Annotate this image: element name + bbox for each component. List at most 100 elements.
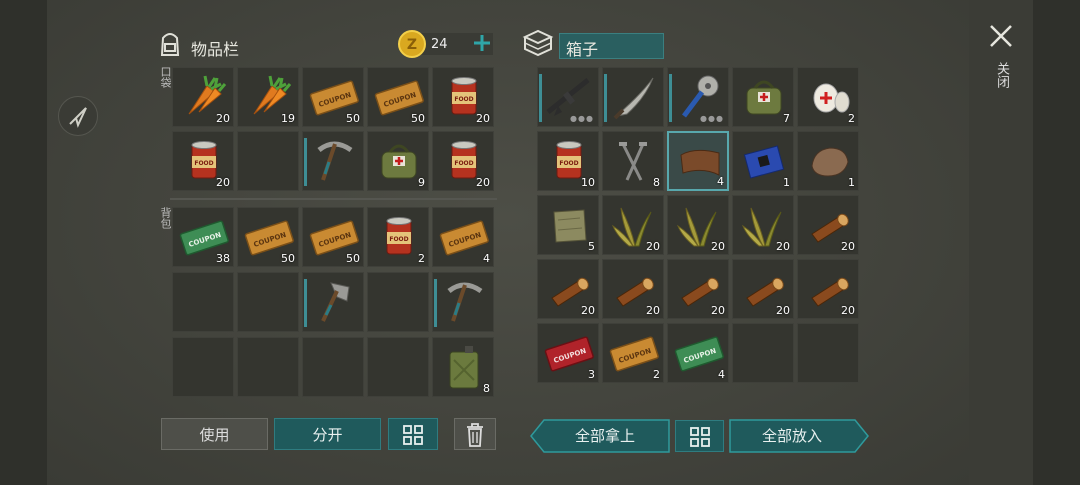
backpack-tab[interactable]: 背包 bbox=[157, 207, 173, 229]
navigation-arrow-icon bbox=[69, 107, 87, 128]
coin-icon: Z bbox=[398, 30, 426, 58]
item-count: 20 bbox=[216, 112, 230, 125]
box-slot[interactable]: ●●● bbox=[537, 67, 599, 127]
box-slot[interactable]: 1 bbox=[732, 131, 794, 191]
pocket-slot[interactable] bbox=[237, 131, 299, 191]
split-button[interactable]: 分开 bbox=[274, 418, 381, 450]
trash-icon bbox=[467, 423, 483, 447]
item-count: 50 bbox=[411, 112, 425, 125]
survival-kit-coupon-icon: COUPON bbox=[609, 336, 659, 372]
quality-dots: ●●● bbox=[570, 114, 594, 123]
navigation-button[interactable] bbox=[58, 96, 98, 136]
item-count: 7 bbox=[783, 112, 790, 125]
box-slot[interactable]: 20 bbox=[602, 195, 664, 255]
backpack-slot[interactable]: COUPON 50 bbox=[302, 207, 364, 267]
close-button[interactable]: 关闭 bbox=[985, 20, 1017, 100]
box-slot[interactable]: 7 bbox=[732, 67, 794, 127]
pickaxe-icon bbox=[317, 141, 353, 181]
backpack-slot[interactable]: COUPON 38 bbox=[172, 207, 234, 267]
durability-bar bbox=[669, 74, 672, 122]
backpack-icon bbox=[160, 33, 180, 56]
backpack-slot[interactable]: COUPON 4 bbox=[432, 207, 494, 267]
backpack-slot[interactable]: FOOD 2 bbox=[367, 207, 429, 267]
box-slot[interactable]: 20 bbox=[797, 259, 859, 319]
discard-button[interactable] bbox=[454, 418, 496, 450]
box-slot[interactable]: 20 bbox=[797, 195, 859, 255]
sort-inventory-button[interactable] bbox=[388, 418, 438, 450]
item-count: 20 bbox=[216, 176, 230, 189]
pocket-slot[interactable]: 19 bbox=[237, 67, 299, 127]
item-count: 5 bbox=[588, 240, 595, 253]
box-slot[interactable]: 20 bbox=[602, 259, 664, 319]
backpack-slot[interactable] bbox=[237, 272, 299, 332]
backpack-slot[interactable]: 8 bbox=[432, 337, 494, 397]
box-slot[interactable]: COUPON 3 bbox=[537, 323, 599, 383]
pocket-slot[interactable]: 9 bbox=[367, 131, 429, 191]
take-all-button[interactable]: 全部拿上 bbox=[545, 420, 665, 452]
box-slot[interactable]: 2 bbox=[797, 67, 859, 127]
item-count: 50 bbox=[281, 252, 295, 265]
item-count: 20 bbox=[841, 304, 855, 317]
backpack-slot[interactable] bbox=[432, 272, 494, 332]
svg-text:FOOD: FOOD bbox=[454, 160, 473, 167]
box-slot[interactable]: 4 bbox=[667, 131, 729, 191]
weapon-coupon-icon: COUPON bbox=[544, 336, 594, 372]
sort-box-button[interactable] bbox=[675, 420, 724, 452]
item-count: 20 bbox=[646, 240, 660, 253]
item-count: 20 bbox=[581, 304, 595, 317]
item-count: 19 bbox=[281, 112, 295, 125]
box-slot[interactable]: COUPON 2 bbox=[602, 323, 664, 383]
backpack-slot[interactable] bbox=[172, 337, 234, 397]
box-slot[interactable]: 5 bbox=[537, 195, 599, 255]
item-count: 2 bbox=[653, 368, 660, 381]
pocket-tab[interactable]: 口袋 bbox=[157, 66, 173, 88]
pocket-slot[interactable]: FOOD 20 bbox=[432, 131, 494, 191]
stone-icon bbox=[811, 147, 849, 177]
box-slot[interactable]: 20 bbox=[537, 259, 599, 319]
item-count: 20 bbox=[476, 176, 490, 189]
box-slot[interactable] bbox=[732, 323, 794, 383]
item-count: 10 bbox=[581, 176, 595, 189]
box-slot[interactable]: 20 bbox=[732, 195, 794, 255]
box-slot[interactable]: 8 bbox=[602, 131, 664, 191]
backpack-slot[interactable] bbox=[172, 272, 234, 332]
item-count: 38 bbox=[216, 252, 230, 265]
item-count: 8 bbox=[653, 176, 660, 189]
pocket-slot[interactable] bbox=[302, 131, 364, 191]
backpack-slot[interactable]: COUPON 50 bbox=[237, 207, 299, 267]
item-count: 20 bbox=[776, 304, 790, 317]
box-slot[interactable]: 20 bbox=[732, 259, 794, 319]
svg-text:FOOD: FOOD bbox=[559, 160, 578, 167]
durability-bar bbox=[304, 279, 307, 327]
svg-text:FOOD: FOOD bbox=[454, 96, 473, 103]
circuit-board-icon bbox=[743, 145, 785, 179]
backpack-slot[interactable] bbox=[367, 337, 429, 397]
box-slot[interactable]: 20 bbox=[667, 259, 729, 319]
item-count: 20 bbox=[776, 240, 790, 253]
pocket-slot[interactable]: FOOD 20 bbox=[432, 67, 494, 127]
item-count: 20 bbox=[711, 240, 725, 253]
box-slot[interactable]: COUPON 4 bbox=[667, 323, 729, 383]
backpack-slot[interactable] bbox=[367, 272, 429, 332]
backpack-slot[interactable] bbox=[302, 272, 364, 332]
box-slot[interactable] bbox=[797, 323, 859, 383]
add-coins-button[interactable] bbox=[470, 30, 494, 56]
box-slot[interactable]: 1 bbox=[797, 131, 859, 191]
medkit-bag-icon bbox=[381, 144, 417, 179]
pocket-slot[interactable]: FOOD 20 bbox=[172, 131, 234, 191]
backpack-slot[interactable] bbox=[237, 337, 299, 397]
box-slot[interactable]: FOOD 10 bbox=[537, 131, 599, 191]
use-button[interactable]: 使用 bbox=[161, 418, 268, 450]
box-slot[interactable]: 20 bbox=[667, 195, 729, 255]
box-title: 箱子 bbox=[566, 40, 599, 59]
backpack-slot[interactable] bbox=[302, 337, 364, 397]
pocket-slot[interactable]: 20 bbox=[172, 67, 234, 127]
pocket-slot[interactable]: COUPON 50 bbox=[367, 67, 429, 127]
box-slot[interactable]: ●●● bbox=[667, 67, 729, 127]
pocket-slot[interactable]: COUPON 50 bbox=[302, 67, 364, 127]
put-all-button[interactable]: 全部放入 bbox=[732, 420, 852, 452]
quality-dots: ●●● bbox=[700, 114, 724, 123]
coin-count: 24 bbox=[431, 37, 448, 52]
box-slot[interactable] bbox=[602, 67, 664, 127]
item-count: 20 bbox=[841, 240, 855, 253]
